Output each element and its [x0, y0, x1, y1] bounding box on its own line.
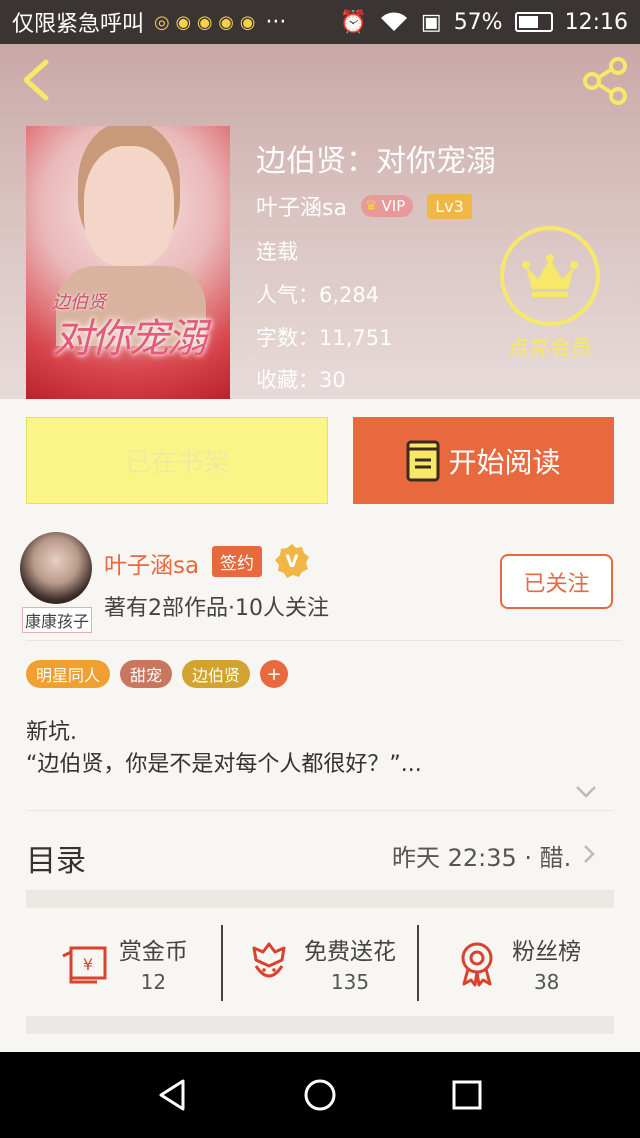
tag-item[interactable]: 甜宠 — [120, 660, 173, 688]
alarm-icon: ⏰ — [339, 9, 367, 35]
intro-line: 新坑. — [26, 720, 77, 745]
sim-icon: ▣ — [420, 9, 442, 35]
back-icon[interactable] — [16, 56, 56, 104]
clock: 12:16 — [564, 9, 628, 35]
book-title: 边伯贤：对你宠溺 — [256, 144, 496, 179]
book-favorites: 收藏：30 — [256, 368, 346, 392]
author-card-name[interactable]: 叶子涵sa — [104, 546, 199, 580]
divider — [26, 810, 614, 811]
signed-badge: 签约 — [212, 546, 262, 577]
battery-percent: 57% — [453, 9, 503, 35]
stat-value: 38 — [533, 970, 560, 994]
flower-icon — [252, 942, 286, 978]
book-intro[interactable]: 新坑. “边伯贤，你是不是对每个人都很好？”... — [26, 717, 422, 781]
avatar-tag: 康康孩子 — [22, 607, 93, 633]
toc-label[interactable]: 目录 — [26, 836, 86, 880]
home-nav-icon[interactable] — [300, 1075, 340, 1115]
cover-title: 对你宠溺 — [53, 316, 207, 362]
stat-label: 赏金币 — [118, 939, 188, 965]
vip-label: VIP — [381, 197, 406, 215]
notification-icons: ◎ ◉ ◉ ◉ ◉ — [154, 11, 256, 33]
member-button[interactable] — [500, 226, 600, 326]
medal-icon — [461, 942, 493, 987]
member-label[interactable]: 点亮会员 — [500, 332, 600, 362]
tag-item[interactable]: 边伯贤 — [182, 660, 251, 688]
recents-nav-icon[interactable] — [447, 1075, 487, 1115]
system-nav-bar — [0, 1052, 640, 1138]
wifi-icon — [380, 12, 407, 31]
on-shelf-button[interactable]: 已在书架 — [26, 417, 328, 504]
overflow-icon: ··· — [265, 9, 287, 35]
stat-label: 粉丝榜 — [512, 939, 582, 965]
tag-item[interactable]: 明星同人 — [26, 660, 111, 688]
follow-button[interactable]: 已关注 — [500, 554, 613, 609]
author-name[interactable]: 叶子涵sa — [256, 190, 347, 222]
stat-label: 免费送花 — [304, 939, 396, 965]
section-gap — [26, 1016, 614, 1034]
crown-icon — [522, 254, 578, 297]
reward-coins-button[interactable]: ¥ 赏金币 12 — [26, 925, 221, 1001]
crown-icon: ♛ — [364, 198, 378, 214]
divider — [26, 640, 622, 641]
svg-text:¥: ¥ — [83, 955, 93, 974]
book-status: 连载 — [256, 240, 298, 264]
section-gap — [26, 890, 614, 908]
add-tag-button[interactable]: + — [260, 660, 289, 688]
book-word-count: 字数：11,751 — [256, 326, 393, 350]
author-row: 叶子涵sa ♛ VIP Lv3 — [256, 190, 472, 222]
book-popularity: 人气：6,284 — [256, 283, 380, 307]
verified-icon: V — [275, 544, 309, 578]
toc-latest-update[interactable]: 昨天 22:35 · 醋. — [392, 838, 571, 873]
send-flower-button[interactable]: 免费送花 135 — [220, 925, 418, 1001]
carrier-text: 仅限紧急呼叫 — [12, 12, 145, 37]
author-works: 著有2部作品·10人关注 — [104, 596, 329, 621]
chevron-down-icon[interactable] — [574, 784, 598, 800]
start-reading-button[interactable]: 开始阅读 — [353, 417, 614, 504]
level-badge: Lv3 — [427, 193, 472, 219]
stat-value: 12 — [140, 970, 167, 994]
book-header: 边伯贤 对你宠溺 边伯贤：对你宠溺 叶子涵sa ♛ VIP Lv3 连载 人气：… — [0, 44, 640, 399]
status-bar: 仅限紧急呼叫 ◎ ◉ ◉ ◉ ◉ ··· ⏰ ▣ 57% 12:16 — [0, 0, 640, 44]
intro-line: “边伯贤，你是不是对每个人都很好？”... — [26, 752, 422, 777]
cover-portrait — [84, 146, 174, 266]
chevron-right-icon[interactable] — [582, 844, 596, 864]
avatar[interactable] — [20, 532, 92, 604]
svg-text:V: V — [285, 552, 299, 572]
battery-icon — [514, 12, 553, 32]
vip-badge: ♛ VIP — [360, 195, 414, 217]
red-envelope-icon: ¥ — [62, 946, 107, 984]
back-nav-icon[interactable] — [153, 1075, 193, 1115]
start-reading-label: 开始阅读 — [448, 445, 561, 479]
book-icon — [406, 440, 440, 481]
tag-list: 明星同人 甜宠 边伯贤 + — [26, 660, 289, 688]
stat-value: 135 — [330, 970, 370, 994]
fan-ranking-button[interactable]: 粉丝榜 38 — [417, 925, 614, 1001]
share-icon[interactable] — [580, 56, 630, 106]
support-stats: ¥ 赏金币 12 免费送花 135 粉丝榜 38 — [26, 925, 614, 1001]
book-cover[interactable]: 边伯贤 对你宠溺 — [26, 126, 230, 399]
